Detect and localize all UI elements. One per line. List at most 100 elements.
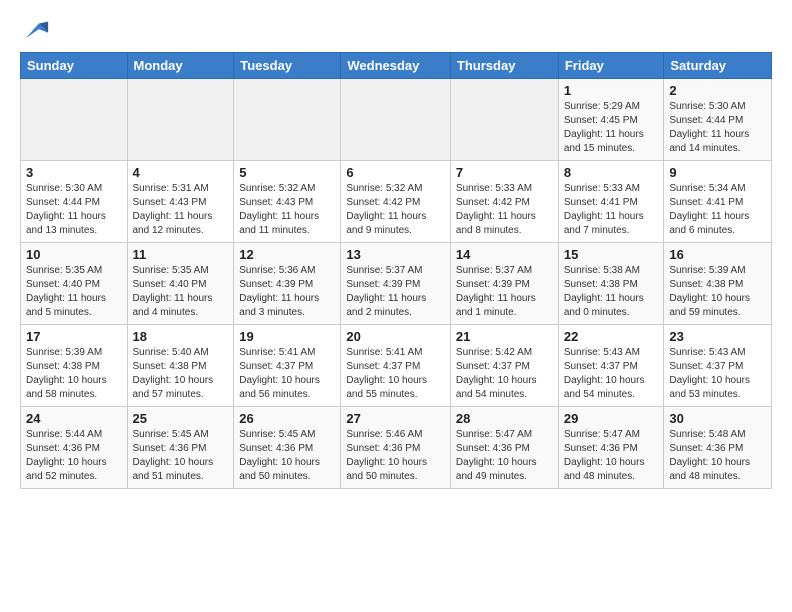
- day-number: 3: [26, 165, 122, 180]
- day-info: Sunrise: 5:37 AM Sunset: 4:39 PM Dayligh…: [346, 264, 445, 320]
- day-number: 23: [669, 329, 766, 344]
- calendar-cell: [450, 79, 558, 161]
- day-number: 12: [239, 247, 335, 262]
- day-info: Sunrise: 5:36 AM Sunset: 4:39 PM Dayligh…: [239, 264, 335, 320]
- calendar-cell: 15 Sunrise: 5:38 AM Sunset: 4:38 PM Dayli…: [558, 243, 664, 325]
- day-info: Sunrise: 5:37 AM Sunset: 4:39 PM Dayligh…: [456, 264, 553, 320]
- day-info: Sunrise: 5:40 AM Sunset: 4:38 PM Dayligh…: [133, 346, 229, 402]
- day-number: 19: [239, 329, 335, 344]
- day-info: Sunrise: 5:47 AM Sunset: 4:36 PM Dayligh…: [456, 428, 553, 484]
- day-info: Sunrise: 5:39 AM Sunset: 4:38 PM Dayligh…: [26, 346, 122, 402]
- day-info: Sunrise: 5:32 AM Sunset: 4:43 PM Dayligh…: [239, 182, 335, 238]
- day-info: Sunrise: 5:32 AM Sunset: 4:42 PM Dayligh…: [346, 182, 445, 238]
- calendar-cell: [127, 79, 234, 161]
- day-info: Sunrise: 5:47 AM Sunset: 4:36 PM Dayligh…: [564, 428, 659, 484]
- day-number: 17: [26, 329, 122, 344]
- calendar-cell: 11 Sunrise: 5:35 AM Sunset: 4:40 PM Dayli…: [127, 243, 234, 325]
- day-info: Sunrise: 5:33 AM Sunset: 4:42 PM Dayligh…: [456, 182, 553, 238]
- day-info: Sunrise: 5:45 AM Sunset: 4:36 PM Dayligh…: [239, 428, 335, 484]
- day-number: 2: [669, 83, 766, 98]
- calendar-cell: 22 Sunrise: 5:43 AM Sunset: 4:37 PM Dayli…: [558, 325, 664, 407]
- day-info: Sunrise: 5:43 AM Sunset: 4:37 PM Dayligh…: [669, 346, 766, 402]
- day-info: Sunrise: 5:39 AM Sunset: 4:38 PM Dayligh…: [669, 264, 766, 320]
- day-number: 6: [346, 165, 445, 180]
- day-number: 1: [564, 83, 659, 98]
- day-number: 14: [456, 247, 553, 262]
- weekday-header-tuesday: Tuesday: [234, 53, 341, 79]
- logo: [20, 16, 50, 40]
- calendar-cell: 29 Sunrise: 5:47 AM Sunset: 4:36 PM Dayli…: [558, 407, 664, 489]
- calendar-cell: 20 Sunrise: 5:41 AM Sunset: 4:37 PM Dayli…: [341, 325, 451, 407]
- day-info: Sunrise: 5:31 AM Sunset: 4:43 PM Dayligh…: [133, 182, 229, 238]
- day-number: 20: [346, 329, 445, 344]
- calendar-cell: [21, 79, 128, 161]
- day-number: 7: [456, 165, 553, 180]
- calendar: SundayMondayTuesdayWednesdayThursdayFrid…: [20, 52, 772, 489]
- day-info: Sunrise: 5:41 AM Sunset: 4:37 PM Dayligh…: [239, 346, 335, 402]
- day-number: 13: [346, 247, 445, 262]
- calendar-cell: 8Sunrise: 5:33 AM Sunset: 4:41 PM Daylig…: [558, 161, 664, 243]
- day-info: Sunrise: 5:48 AM Sunset: 4:36 PM Dayligh…: [669, 428, 766, 484]
- calendar-cell: 27 Sunrise: 5:46 AM Sunset: 4:36 PM Dayli…: [341, 407, 451, 489]
- calendar-cell: 28 Sunrise: 5:47 AM Sunset: 4:36 PM Dayli…: [450, 407, 558, 489]
- weekday-header-thursday: Thursday: [450, 53, 558, 79]
- day-number: 22: [564, 329, 659, 344]
- day-number: 25: [133, 411, 229, 426]
- day-info: Sunrise: 5:35 AM Sunset: 4:40 PM Dayligh…: [133, 264, 229, 320]
- weekday-header-sunday: Sunday: [21, 53, 128, 79]
- calendar-cell: 12 Sunrise: 5:36 AM Sunset: 4:39 PM Dayli…: [234, 243, 341, 325]
- calendar-cell: 21 Sunrise: 5:42 AM Sunset: 4:37 PM Dayli…: [450, 325, 558, 407]
- day-info: Sunrise: 5:41 AM Sunset: 4:37 PM Dayligh…: [346, 346, 445, 402]
- calendar-cell: 3 Sunrise: 5:30 AM Sunset: 4:44 PM Daylig…: [21, 161, 128, 243]
- calendar-cell: 6 Sunrise: 5:32 AM Sunset: 4:42 PM Daylig…: [341, 161, 451, 243]
- day-number: 28: [456, 411, 553, 426]
- page: SundayMondayTuesdayWednesdayThursdayFrid…: [0, 0, 792, 499]
- day-number: 8: [564, 165, 659, 180]
- calendar-cell: 13 Sunrise: 5:37 AM Sunset: 4:39 PM Dayli…: [341, 243, 451, 325]
- day-info: Sunrise: 5:46 AM Sunset: 4:36 PM Dayligh…: [346, 428, 445, 484]
- day-info: Sunrise: 5:44 AM Sunset: 4:36 PM Dayligh…: [26, 428, 122, 484]
- day-number: 10: [26, 247, 122, 262]
- calendar-cell: 7 Sunrise: 5:33 AM Sunset: 4:42 PM Daylig…: [450, 161, 558, 243]
- calendar-cell: 25 Sunrise: 5:45 AM Sunset: 4:36 PM Dayli…: [127, 407, 234, 489]
- calendar-cell: 14 Sunrise: 5:37 AM Sunset: 4:39 PM Dayli…: [450, 243, 558, 325]
- day-number: 4: [133, 165, 229, 180]
- day-number: 15: [564, 247, 659, 262]
- day-number: 30: [669, 411, 766, 426]
- day-info: Sunrise: 5:42 AM Sunset: 4:37 PM Dayligh…: [456, 346, 553, 402]
- calendar-cell: 1Sunrise: 5:29 AM Sunset: 4:45 PM Daylig…: [558, 79, 664, 161]
- day-number: 26: [239, 411, 335, 426]
- day-number: 16: [669, 247, 766, 262]
- day-info: Sunrise: 5:43 AM Sunset: 4:37 PM Dayligh…: [564, 346, 659, 402]
- day-info: Sunrise: 5:30 AM Sunset: 4:44 PM Dayligh…: [26, 182, 122, 238]
- calendar-cell: 19 Sunrise: 5:41 AM Sunset: 4:37 PM Dayli…: [234, 325, 341, 407]
- calendar-cell: 4 Sunrise: 5:31 AM Sunset: 4:43 PM Daylig…: [127, 161, 234, 243]
- calendar-cell: 16 Sunrise: 5:39 AM Sunset: 4:38 PM Dayli…: [664, 243, 772, 325]
- day-number: 18: [133, 329, 229, 344]
- calendar-cell: 2 Sunrise: 5:30 AM Sunset: 4:44 PM Daylig…: [664, 79, 772, 161]
- day-number: 27: [346, 411, 445, 426]
- day-info: Sunrise: 5:38 AM Sunset: 4:38 PM Dayligh…: [564, 264, 659, 320]
- logo-icon: [22, 16, 50, 44]
- day-number: 24: [26, 411, 122, 426]
- calendar-cell: 18 Sunrise: 5:40 AM Sunset: 4:38 PM Dayli…: [127, 325, 234, 407]
- calendar-cell: 17 Sunrise: 5:39 AM Sunset: 4:38 PM Dayli…: [21, 325, 128, 407]
- calendar-cell: [234, 79, 341, 161]
- day-info: Sunrise: 5:35 AM Sunset: 4:40 PM Dayligh…: [26, 264, 122, 320]
- day-info: Sunrise: 5:45 AM Sunset: 4:36 PM Dayligh…: [133, 428, 229, 484]
- weekday-header-monday: Monday: [127, 53, 234, 79]
- calendar-cell: 30 Sunrise: 5:48 AM Sunset: 4:36 PM Dayli…: [664, 407, 772, 489]
- day-number: 11: [133, 247, 229, 262]
- day-number: 29: [564, 411, 659, 426]
- day-info: Sunrise: 5:30 AM Sunset: 4:44 PM Dayligh…: [669, 100, 766, 156]
- calendar-cell: 10 Sunrise: 5:35 AM Sunset: 4:40 PM Dayli…: [21, 243, 128, 325]
- calendar-cell: 23 Sunrise: 5:43 AM Sunset: 4:37 PM Dayli…: [664, 325, 772, 407]
- day-number: 21: [456, 329, 553, 344]
- calendar-cell: 9Sunrise: 5:34 AM Sunset: 4:41 PM Daylig…: [664, 161, 772, 243]
- weekday-header-friday: Friday: [558, 53, 664, 79]
- day-number: 9: [669, 165, 766, 180]
- calendar-cell: [341, 79, 451, 161]
- calendar-cell: 5Sunrise: 5:32 AM Sunset: 4:43 PM Daylig…: [234, 161, 341, 243]
- calendar-cell: 26 Sunrise: 5:45 AM Sunset: 4:36 PM Dayli…: [234, 407, 341, 489]
- calendar-cell: 24 Sunrise: 5:44 AM Sunset: 4:36 PM Dayli…: [21, 407, 128, 489]
